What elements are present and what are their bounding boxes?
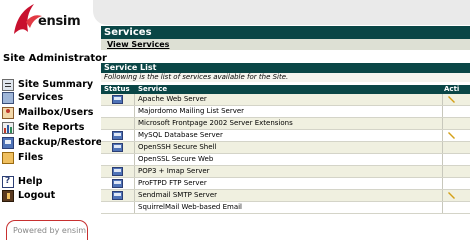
- table-row[interactable]: Sendmail SMTP Server: [101, 190, 470, 202]
- service-name: POP3 + Imap Server: [138, 167, 210, 175]
- status-cell: [101, 94, 135, 105]
- users-icon: [2, 106, 14, 119]
- status-cell: [101, 178, 135, 189]
- service-status-icon[interactable]: [112, 95, 123, 104]
- status-cell: [101, 166, 135, 177]
- service-name: ProFTPD FTP Server: [138, 179, 207, 187]
- service-name: Sendmail SMTP Server: [138, 191, 218, 199]
- page-title: Services: [101, 26, 470, 39]
- service-name: Microsoft Frontpage 2002 Server Extensio…: [138, 119, 293, 127]
- sidebar-item-backup-restore[interactable]: Backup/Restore: [2, 136, 102, 149]
- sidebar-item-mailbox-users[interactable]: Mailbox/Users: [2, 106, 97, 119]
- sidebar-item-help[interactable]: ? Help: [2, 175, 97, 188]
- action-cell: [442, 130, 470, 141]
- table-row[interactable]: OpenSSH Secure Shell: [101, 142, 470, 154]
- sidebar-item-logout[interactable]: Logout: [2, 189, 97, 202]
- site-role-label: Site Administrator: [3, 53, 107, 64]
- service-name: Apache Web Server: [138, 95, 207, 103]
- table-row[interactable]: OpenSSL Secure Web: [101, 154, 470, 166]
- status-cell: [101, 202, 135, 213]
- sidebar-item-label: Services: [18, 92, 64, 103]
- action-cell: [442, 154, 470, 165]
- help-icon: ?: [2, 175, 14, 188]
- sidebar: ensim Site Administrator Site Summary Se…: [0, 0, 107, 242]
- column-header-service: Service: [138, 85, 168, 93]
- sidebar-item-label: Backup/Restore: [18, 137, 103, 148]
- service-name: OpenSSL Secure Web: [138, 155, 214, 163]
- action-cell: [442, 106, 470, 117]
- powered-by-text: Powered by ensim: [13, 226, 87, 235]
- table-row[interactable]: POP3 + Imap Server: [101, 166, 470, 178]
- action-cell: [442, 94, 470, 105]
- action-cell: [442, 142, 470, 153]
- service-name: MySQL Database Server: [138, 131, 223, 139]
- services-icon: [2, 91, 14, 104]
- status-cell: [101, 154, 135, 165]
- service-status-icon[interactable]: [112, 131, 123, 140]
- sidebar-item-services[interactable]: Services: [2, 91, 97, 104]
- table-row[interactable]: ProFTPD FTP Server: [101, 178, 470, 190]
- sidebar-item-site-summary[interactable]: Site Summary: [2, 78, 97, 91]
- sidebar-item-files[interactable]: Files: [2, 151, 97, 164]
- sidebar-item-site-reports[interactable]: Site Reports: [2, 121, 97, 134]
- action-cell: [442, 166, 470, 177]
- powered-by-badge[interactable]: Powered by ensim: [6, 220, 88, 240]
- status-cell: [101, 118, 135, 129]
- column-header-action: Acti: [444, 85, 460, 93]
- edit-pencil-icon[interactable]: [448, 191, 456, 199]
- sidebar-item-label: Site Reports: [18, 122, 85, 133]
- status-cell: [101, 130, 135, 141]
- sidebar-item-label: Help: [18, 176, 43, 187]
- table-row[interactable]: Apache Web Server: [101, 94, 470, 106]
- table-header: Status Service Acti: [101, 85, 470, 94]
- reports-icon: [2, 121, 14, 134]
- service-list-description: Following is the list of services availa…: [101, 73, 470, 82]
- edit-pencil-icon[interactable]: [448, 131, 456, 139]
- logout-icon: [2, 189, 14, 202]
- table-row[interactable]: Microsoft Frontpage 2002 Server Extensio…: [101, 118, 470, 130]
- summary-icon: [2, 78, 14, 91]
- action-cell: [442, 202, 470, 213]
- column-header-status: Status: [104, 85, 130, 93]
- backup-icon: [2, 136, 14, 149]
- sidebar-item-label: Logout: [18, 190, 56, 201]
- bottom-fade: [101, 225, 470, 242]
- action-cell: [442, 190, 470, 201]
- service-name: SquirrelMail Web-based Email: [138, 203, 243, 211]
- action-cell: [442, 118, 470, 129]
- top-banner: [93, 0, 470, 25]
- service-table: Apache Web Server Majordomo Mailing List …: [101, 94, 470, 214]
- service-name: OpenSSH Secure Shell: [138, 143, 217, 151]
- logo-text: ensim: [38, 14, 81, 29]
- service-status-icon[interactable]: [112, 167, 123, 176]
- table-row[interactable]: Majordomo Mailing List Server: [101, 106, 470, 118]
- status-cell: [101, 190, 135, 201]
- service-list-title: Service List: [101, 63, 470, 73]
- sidebar-item-label: Mailbox/Users: [18, 107, 94, 118]
- folder-icon: [2, 151, 14, 164]
- edit-pencil-icon[interactable]: [448, 95, 456, 103]
- view-services-link[interactable]: View Services: [107, 40, 169, 49]
- ensim-logo[interactable]: ensim: [10, 2, 81, 36]
- service-status-icon[interactable]: [112, 191, 123, 200]
- status-cell: [101, 142, 135, 153]
- service-name: Majordomo Mailing List Server: [138, 107, 245, 115]
- service-status-icon[interactable]: [112, 179, 123, 188]
- sidebar-item-label: Site Summary: [18, 79, 94, 90]
- table-row[interactable]: SquirrelMail Web-based Email: [101, 202, 470, 214]
- sidebar-item-label: Files: [18, 152, 44, 163]
- status-cell: [101, 106, 135, 117]
- service-status-icon[interactable]: [112, 143, 123, 152]
- table-row[interactable]: MySQL Database Server: [101, 130, 470, 142]
- view-services-bar: View Services: [101, 39, 470, 50]
- action-cell: [442, 178, 470, 189]
